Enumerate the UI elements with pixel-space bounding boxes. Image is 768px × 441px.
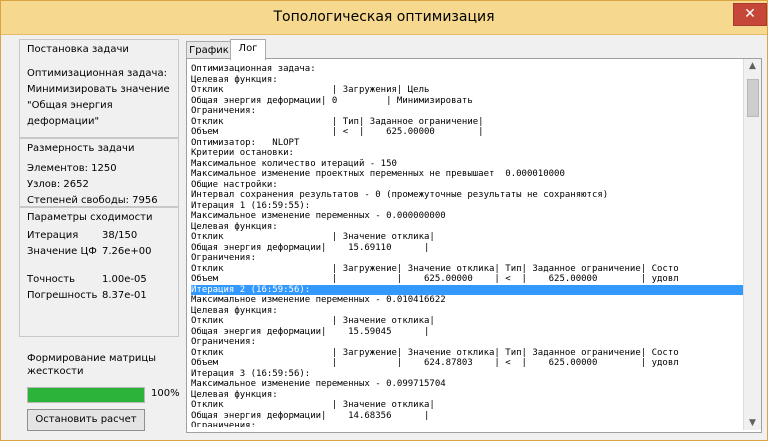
accuracy-value: 1.00e-05 bbox=[102, 274, 147, 285]
log-line[interactable]: Отклик | Значение отклика| bbox=[191, 316, 743, 327]
log-text: Оптимизационная задача: Целевая функция: О… bbox=[191, 64, 743, 427]
log-line[interactable]: Максимальное изменение проектных перемен… bbox=[191, 169, 743, 180]
log-line[interactable]: Оптимизатор: NLOPT bbox=[191, 138, 743, 149]
log-line[interactable]: Отклик | Загружение| Значение отклика| Т… bbox=[191, 264, 743, 275]
log-line[interactable]: Целевая функция: bbox=[191, 75, 743, 86]
scroll-up-icon[interactable]: ▲ bbox=[744, 59, 761, 73]
log-view[interactable]: Оптимизационная задача: Целевая функция: О… bbox=[186, 58, 762, 433]
log-line[interactable]: Общая энергия деформации| 15.69110 | bbox=[191, 243, 743, 254]
log-line[interactable]: Целевая функция: bbox=[191, 222, 743, 233]
dimension-panel: Размерность задачи Элементов: 1250 Узлов… bbox=[19, 138, 179, 207]
title-bar[interactable]: Топологическая оптимизация ✕ bbox=[1, 1, 767, 35]
window-title: Топологическая оптимизация bbox=[273, 9, 495, 25]
left-info-panel: Постановка задачи Оптимизационная задача… bbox=[19, 39, 180, 432]
log-line[interactable]: Итерация 3 (16:59:56): bbox=[191, 369, 743, 380]
log-line[interactable]: Целевая функция: bbox=[191, 306, 743, 317]
task-line: Оптимизационная задача: bbox=[27, 68, 167, 79]
log-line[interactable]: Итерация 1 (16:59:55): bbox=[191, 201, 743, 212]
elements-count: Элементов: 1250 bbox=[27, 163, 117, 174]
log-line[interactable]: Целевая функция: bbox=[191, 390, 743, 401]
log-line[interactable]: Общая энергия деформации| 14.68356 | bbox=[191, 411, 743, 422]
log-line[interactable]: Отклик | Загружение| Значение отклика| Т… bbox=[191, 348, 743, 359]
log-line[interactable]: Общая энергия деформации| 15.59045 | bbox=[191, 327, 743, 338]
scroll-down-icon[interactable]: ▼ bbox=[744, 416, 761, 430]
log-line[interactable]: Отклик | Загружения| Цель bbox=[191, 85, 743, 96]
log-line[interactable]: Ограничения: bbox=[191, 253, 743, 264]
close-button[interactable]: ✕ bbox=[733, 3, 767, 26]
vertical-scrollbar[interactable]: ▲ ▼ bbox=[743, 59, 761, 430]
log-line[interactable]: Оптимизационная задача: bbox=[191, 64, 743, 75]
objective-value: 7.26e+00 bbox=[102, 246, 152, 257]
log-line-selected[interactable]: Итерация 2 (16:59:56): bbox=[191, 284, 743, 295]
convergence-panel: Параметры сходимости Итерация 38/150 Зна… bbox=[19, 207, 179, 337]
task-line: Минимизировать значение bbox=[27, 84, 170, 95]
nodes-count: Узлов: 2652 bbox=[27, 179, 89, 190]
topology-optimization-window: Топологическая оптимизация ✕ Постановка … bbox=[0, 0, 768, 441]
log-line[interactable]: Общая энергия деформации| 0 | Минимизиро… bbox=[191, 96, 743, 107]
progress-percent: 100% bbox=[151, 388, 180, 399]
objective-label: Значение ЦФ bbox=[27, 246, 97, 257]
log-line[interactable]: Максимальное изменение переменных - 0.00… bbox=[191, 211, 743, 222]
log-line[interactable]: Максимальное количество итераций - 150 bbox=[191, 159, 743, 170]
log-line[interactable]: Ограничения: bbox=[191, 106, 743, 117]
task-line: "Общая энергия деформации" bbox=[27, 100, 113, 127]
tab-chart[interactable]: График bbox=[186, 41, 232, 59]
task-header: Постановка задачи bbox=[27, 44, 129, 55]
log-line[interactable]: Отклик | Значение отклика| bbox=[191, 400, 743, 411]
log-line[interactable]: Общие настройки: bbox=[191, 180, 743, 191]
log-line[interactable]: Ограничения: bbox=[191, 337, 743, 348]
matrix-label-line1: Формирование матрицы bbox=[27, 353, 157, 364]
scroll-thumb[interactable] bbox=[747, 79, 759, 117]
progress-fill bbox=[28, 388, 144, 402]
log-line[interactable]: Максимальное изменение переменных - 0.01… bbox=[191, 295, 743, 306]
convergence-header: Параметры сходимости bbox=[27, 212, 153, 223]
stop-calculation-button[interactable]: Остановить расчет bbox=[27, 409, 145, 431]
error-label: Погрешность bbox=[27, 290, 98, 301]
dimension-header: Размерность задачи bbox=[27, 143, 135, 154]
log-line[interactable]: Интервал сохранения результатов - 0 (про… bbox=[191, 190, 743, 201]
log-line[interactable]: Объем | < | 625.00000 | bbox=[191, 127, 743, 138]
error-value: 8.37e-01 bbox=[102, 290, 147, 301]
log-line[interactable]: Максимальное изменение переменных - 0.09… bbox=[191, 379, 743, 390]
log-line[interactable]: Отклик | Значение отклика| bbox=[191, 232, 743, 243]
tab-log[interactable]: Лог bbox=[230, 39, 266, 60]
log-line[interactable]: Объем | | 624.87803 | < | 625.00000 | уд… bbox=[191, 358, 743, 369]
iteration-label: Итерация bbox=[27, 230, 79, 241]
accuracy-label: Точность bbox=[27, 274, 76, 285]
task-panel: Постановка задачи Оптимизационная задача… bbox=[19, 39, 179, 138]
log-line[interactable]: Ограничения: bbox=[191, 421, 743, 427]
log-line[interactable]: Отклик | Тип| Заданное ограничение| bbox=[191, 117, 743, 128]
matrix-progress-bar bbox=[27, 387, 145, 403]
log-line[interactable]: Объем | | 625.00000 | < | 625.00000 | уд… bbox=[191, 274, 743, 285]
iteration-value: 38/150 bbox=[102, 230, 138, 241]
log-line[interactable]: Критерии остановки: bbox=[191, 148, 743, 159]
matrix-label-line2: жесткости bbox=[27, 366, 84, 377]
